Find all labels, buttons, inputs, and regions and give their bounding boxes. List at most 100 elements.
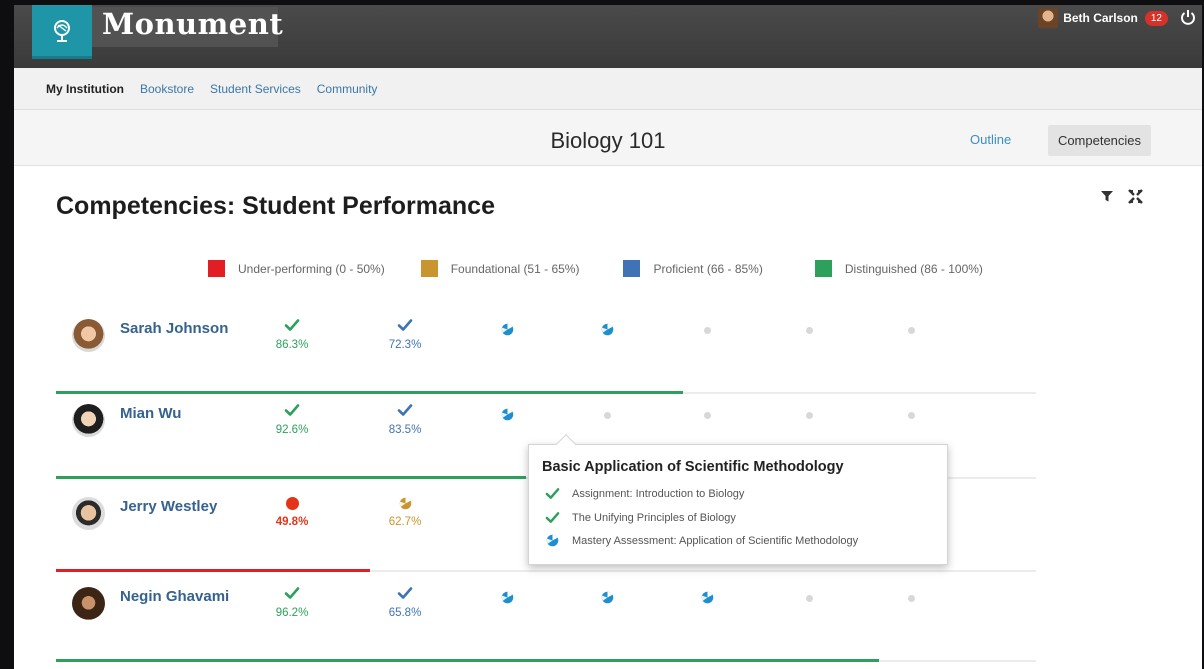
competency-not-started[interactable]: [779, 410, 839, 422]
app-name[interactable]: Monument: [102, 7, 283, 41]
competency-in-progress[interactable]: [677, 591, 737, 607]
competency-in-progress[interactable]: [577, 323, 637, 339]
progress-bar: [56, 659, 879, 662]
empty-dot-icon: [703, 327, 711, 334]
competency-in-progress[interactable]: [477, 408, 537, 424]
legend-entry: Foundational (51 - 65%): [420, 260, 580, 277]
student-avatar: [72, 587, 105, 620]
empty-dot-icon: [703, 412, 711, 419]
competency-popup: Basic Application of Scientific Methodol…: [528, 434, 948, 565]
globe-icon: [54, 19, 70, 42]
empty-dot-icon: [907, 327, 915, 334]
partial-progress-icon: [501, 408, 514, 424]
filter-icon[interactable]: [1100, 189, 1114, 203]
user-menu[interactable]: Beth Carlson 12: [1038, 8, 1168, 28]
top-bar: Monument Beth Carlson 12: [14, 5, 1202, 68]
competency-not-started[interactable]: [779, 325, 839, 337]
user-avatar: [1038, 8, 1059, 28]
popup-assessment-item[interactable]: Assignment: Introduction to Biology: [544, 486, 744, 501]
legend-swatch: [814, 260, 832, 277]
competency-under-performing[interactable]: 49.8%: [262, 497, 322, 528]
empty-dot-icon: [805, 595, 813, 602]
notification-badge[interactable]: 12: [1144, 10, 1168, 26]
empty-dot-icon: [603, 412, 611, 419]
competency-not-started[interactable]: [881, 325, 941, 337]
competency-score: 49.8%: [275, 516, 309, 528]
check-icon: [397, 404, 413, 421]
competency-complete[interactable]: 72.3%: [375, 317, 435, 351]
app-window: Monument Beth Carlson 12 My Institution …: [14, 5, 1202, 669]
popup-item-label: The Unifying Principles of Biology: [572, 511, 736, 524]
legend-label: Under-performing (0 - 50%): [238, 261, 385, 276]
competency-not-started[interactable]: [677, 325, 737, 337]
partial-progress-icon: [601, 323, 614, 339]
legend-entry: Distinguished (86 - 100%): [814, 260, 983, 277]
competency-score: 86.3%: [275, 339, 309, 351]
competency-not-started[interactable]: [881, 593, 941, 605]
competency-in-progress[interactable]: [577, 591, 637, 607]
competency-foundational[interactable]: 62.7%: [375, 497, 435, 528]
student-row: Negin Ghavami 96.2% 65.8%: [56, 572, 1036, 662]
legend-label: Distinguished (86 - 100%): [844, 261, 983, 276]
empty-dot-icon: [805, 412, 813, 419]
check-icon: [284, 587, 300, 604]
legend-swatch: [208, 260, 225, 277]
tab-competencies[interactable]: Competencies: [1048, 125, 1151, 156]
competency-score: 83.5%: [388, 424, 422, 436]
popup-assessment-item[interactable]: The Unifying Principles of Biology: [544, 510, 736, 525]
competency-score: 92.6%: [275, 424, 309, 436]
partial-progress-icon: [399, 497, 412, 513]
competency-not-started[interactable]: [881, 410, 941, 422]
competency-score: 96.2%: [275, 607, 309, 619]
nav-bookstore[interactable]: Bookstore: [140, 82, 194, 96]
competency-in-progress[interactable]: [477, 591, 537, 607]
monument-logo-badge[interactable]: [32, 5, 92, 59]
expand-icon[interactable]: [1128, 189, 1143, 204]
legend-label: Foundational (51 - 65%): [450, 261, 580, 276]
student-avatar: [72, 497, 105, 530]
nav-community[interactable]: Community: [317, 82, 378, 96]
competency-complete[interactable]: 86.3%: [262, 317, 322, 351]
empty-dot-icon: [805, 327, 813, 334]
competency-not-started[interactable]: [577, 410, 637, 422]
competency-not-started[interactable]: [779, 593, 839, 605]
student-name[interactable]: Jerry Westley: [120, 498, 217, 515]
competency-complete[interactable]: 65.8%: [375, 585, 435, 619]
main-nav: My Institution Bookstore Student Service…: [14, 68, 1202, 110]
nav-student-services[interactable]: Student Services: [210, 82, 301, 96]
competency-not-started[interactable]: [677, 410, 737, 422]
power-icon[interactable]: [1180, 9, 1196, 25]
partial-progress-icon: [501, 323, 514, 339]
competency-complete[interactable]: 96.2%: [262, 585, 322, 619]
competency-complete[interactable]: 83.5%: [375, 402, 435, 436]
partial-progress-icon: [544, 534, 560, 547]
competency-in-progress[interactable]: [477, 323, 537, 339]
empty-dot-icon: [907, 412, 915, 419]
student-avatar: [72, 319, 105, 352]
popup-assessment-item[interactable]: Mastery Assessment: Application of Scien…: [544, 534, 858, 547]
competency-score: 62.7%: [388, 516, 422, 528]
toolbar: [1100, 189, 1143, 204]
main-content: Competencies: Student Performance Under-…: [14, 167, 1202, 669]
check-icon: [397, 587, 413, 604]
legend-swatch: [420, 260, 438, 277]
check-icon: [284, 319, 300, 336]
tab-outline[interactable]: Outline: [970, 132, 1011, 147]
status-dot-icon: [285, 497, 299, 510]
legend-swatch: [623, 260, 641, 277]
partial-progress-icon: [501, 591, 514, 607]
student-name[interactable]: Negin Ghavami: [120, 588, 229, 605]
competency-complete[interactable]: 92.6%: [262, 402, 322, 436]
partial-progress-icon: [701, 591, 714, 607]
student-name[interactable]: Mian Wu: [120, 405, 181, 422]
nav-my-institution[interactable]: My Institution: [46, 82, 124, 96]
student-name[interactable]: Sarah Johnson: [120, 320, 228, 337]
page-title: Competencies: Student Performance: [56, 192, 495, 220]
competency-score: 72.3%: [388, 339, 422, 351]
partial-progress-icon: [601, 591, 614, 607]
legend-label: Proficient (66 - 85%): [653, 261, 763, 276]
popup-title: Basic Application of Scientific Methodol…: [542, 459, 844, 475]
check-icon: [544, 510, 560, 525]
legend: Under-performing (0 - 50%) Foundational (…: [208, 260, 983, 277]
competency-score: 65.8%: [388, 607, 422, 619]
